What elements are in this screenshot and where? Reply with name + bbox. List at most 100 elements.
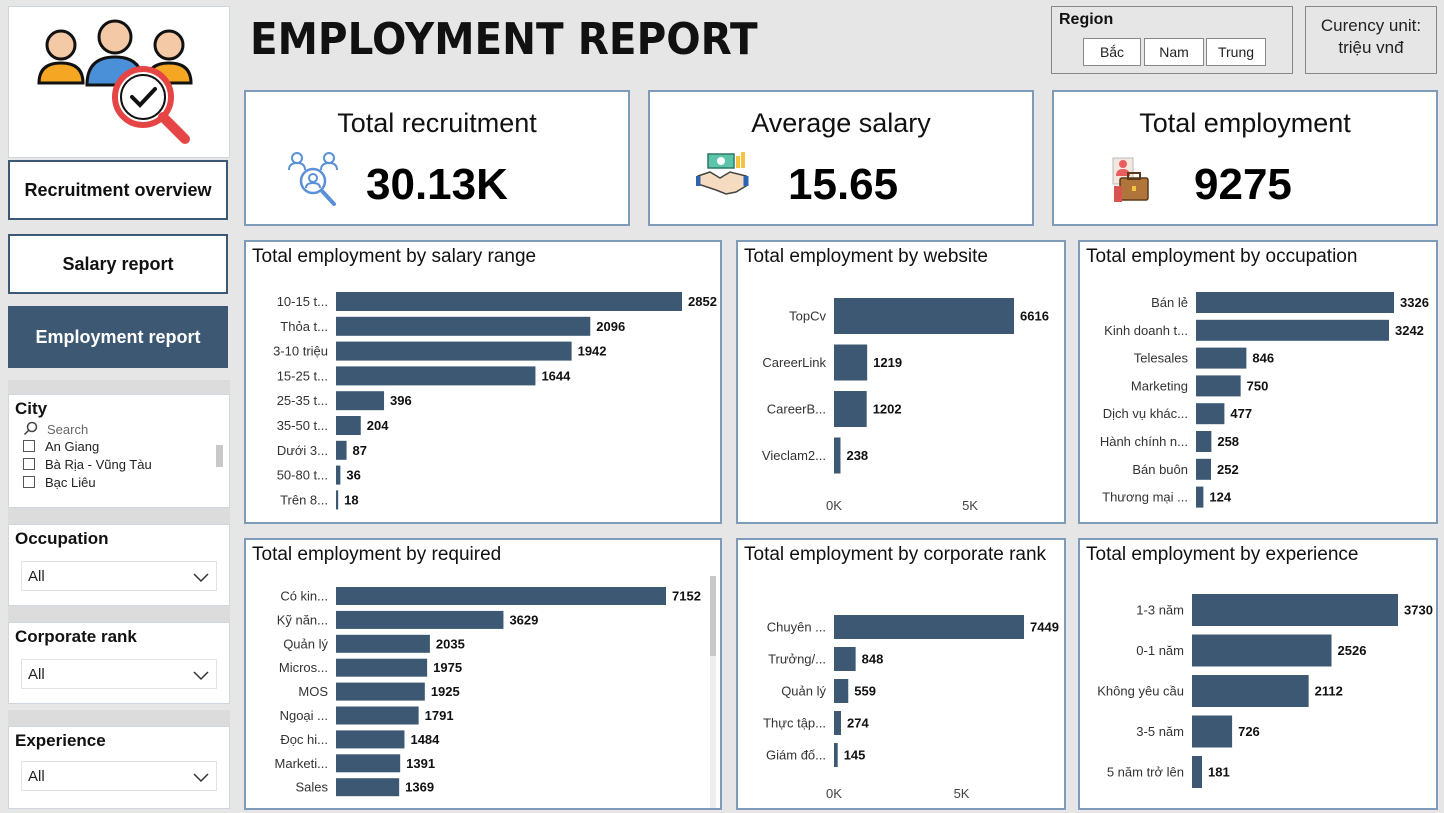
bar[interactable] — [834, 743, 838, 767]
bar[interactable] — [336, 316, 591, 336]
bar[interactable] — [1196, 375, 1241, 397]
region-slicer: Region Bắc Nam Trung — [1051, 6, 1293, 74]
bar[interactable] — [336, 587, 666, 605]
data-label: 2096 — [596, 319, 625, 334]
nav-salary-report[interactable]: Salary report — [8, 234, 228, 294]
data-label: 396 — [390, 393, 412, 408]
kpi-label: Average salary — [751, 108, 931, 138]
recruitment-logo-icon — [37, 19, 193, 144]
chart-plot: 1-3 năm 3730 0-1 năm 2526 Không yêu cầu 2112 3… — [1097, 594, 1433, 788]
employment-briefcase-icon — [1112, 157, 1149, 202]
bar[interactable] — [1196, 431, 1212, 452]
checkbox-icon[interactable] — [23, 476, 35, 488]
bar[interactable] — [336, 341, 572, 361]
corporate-rank-dropdown[interactable]: All — [21, 659, 217, 689]
chart-plot: Bán lẻ 3326 Kinh doanh t... 3242 Telesales 84… — [1100, 292, 1429, 508]
kpi-value: 9275 — [1194, 160, 1292, 209]
category-label: 1-3 năm — [1136, 603, 1184, 618]
x-tick-label: 0K — [826, 498, 842, 513]
region-option-nam[interactable]: Nam — [1144, 38, 1204, 66]
bar[interactable] — [336, 682, 425, 701]
data-label: 1975 — [433, 660, 462, 675]
bar[interactable] — [336, 490, 339, 510]
bar[interactable] — [1196, 319, 1389, 341]
bar[interactable] — [834, 615, 1024, 639]
city-search-box[interactable]: Search — [9, 419, 229, 437]
nav-employment-report[interactable]: Employment report — [8, 306, 228, 368]
kpi-total-recruitment: Total recruitment 30.13K — [244, 90, 630, 226]
city-option-label: An Giang — [45, 438, 100, 454]
bar[interactable] — [336, 634, 430, 653]
bar[interactable] — [834, 679, 849, 703]
category-label: 10-15 t... — [277, 294, 328, 309]
bar[interactable] — [336, 754, 401, 773]
slicer-header-strip — [8, 710, 230, 726]
bar[interactable] — [834, 298, 1014, 334]
bar[interactable] — [1196, 486, 1204, 508]
data-label: 477 — [1230, 406, 1252, 421]
bar[interactable] — [1196, 347, 1247, 369]
data-label: 1644 — [541, 368, 571, 383]
bar[interactable] — [1192, 634, 1332, 667]
logo-panel — [8, 6, 230, 158]
category-label: CareerB... — [767, 402, 826, 417]
experience-dropdown[interactable]: All — [21, 761, 217, 791]
bar[interactable] — [336, 730, 405, 749]
bar[interactable] — [336, 366, 536, 386]
chart-plot: TopCv 6616 CareerLink 1219 CareerB... 1202 Vie… — [762, 298, 1049, 513]
bar[interactable] — [336, 465, 341, 485]
chart-scroll-thumb[interactable] — [710, 576, 716, 656]
bar[interactable] — [336, 658, 428, 677]
sidebar: Recruitment overview Salary report Emplo… — [8, 6, 230, 812]
data-label: 1791 — [425, 708, 454, 723]
category-label: Có kin... — [280, 589, 328, 604]
kpi-total-employment: Total employment 9275 — [1052, 90, 1438, 226]
region-option-bac[interactable]: Bắc — [1083, 38, 1141, 66]
data-label: 1925 — [431, 684, 460, 699]
bar[interactable] — [834, 437, 841, 474]
bar[interactable] — [834, 391, 867, 427]
bar[interactable] — [834, 344, 868, 381]
bar[interactable] — [1196, 458, 1212, 480]
bar[interactable] — [1192, 715, 1233, 748]
bar[interactable] — [336, 610, 504, 629]
data-label: 1942 — [578, 344, 607, 359]
city-option-ba-ria-vung-tau[interactable]: Bà Rịa - Vũng Tàu — [9, 455, 229, 473]
bar[interactable] — [1196, 292, 1394, 313]
bar[interactable] — [336, 292, 682, 311]
bar[interactable] — [336, 706, 419, 725]
nav-recruitment-overview[interactable]: Recruitment overview — [8, 160, 228, 220]
x-tick-label: 0K — [826, 786, 842, 801]
kpi-value: 15.65 — [788, 160, 899, 209]
bar[interactable] — [336, 391, 385, 411]
category-label: Telesales — [1134, 351, 1189, 366]
bar[interactable] — [1192, 675, 1309, 707]
category-label: Sales — [295, 780, 328, 795]
data-label: 2852 — [688, 294, 717, 309]
checkbox-icon[interactable] — [23, 458, 35, 470]
data-label: 848 — [862, 652, 884, 667]
bar[interactable] — [1192, 756, 1202, 788]
bar[interactable] — [336, 778, 400, 797]
data-label: 1391 — [406, 756, 435, 771]
data-label: 3629 — [509, 612, 538, 627]
search-icon — [23, 421, 38, 436]
bar[interactable] — [1196, 403, 1225, 425]
x-tick-label: 5K — [962, 498, 978, 513]
city-option-bac-lieu[interactable]: Bạc Liêu — [9, 473, 229, 491]
bar[interactable] — [834, 711, 841, 735]
data-label: 846 — [1252, 351, 1274, 366]
slicer-header-strip — [8, 606, 230, 622]
city-option-an-giang[interactable]: An Giang — [9, 437, 229, 455]
city-list-scrollbar[interactable] — [216, 445, 223, 467]
bar[interactable] — [336, 416, 361, 435]
region-option-trung[interactable]: Trung — [1206, 38, 1266, 66]
bar[interactable] — [1192, 594, 1398, 626]
bar[interactable] — [336, 440, 347, 460]
category-label: Kỹ năn... — [277, 612, 328, 627]
salary-handshake-icon — [696, 152, 749, 195]
occupation-dropdown[interactable]: All — [21, 561, 217, 591]
chart-employment-by-occupation: Total employment by occupation Bán lẻ 332… — [1078, 240, 1438, 524]
bar[interactable] — [834, 647, 856, 671]
checkbox-icon[interactable] — [23, 440, 35, 452]
